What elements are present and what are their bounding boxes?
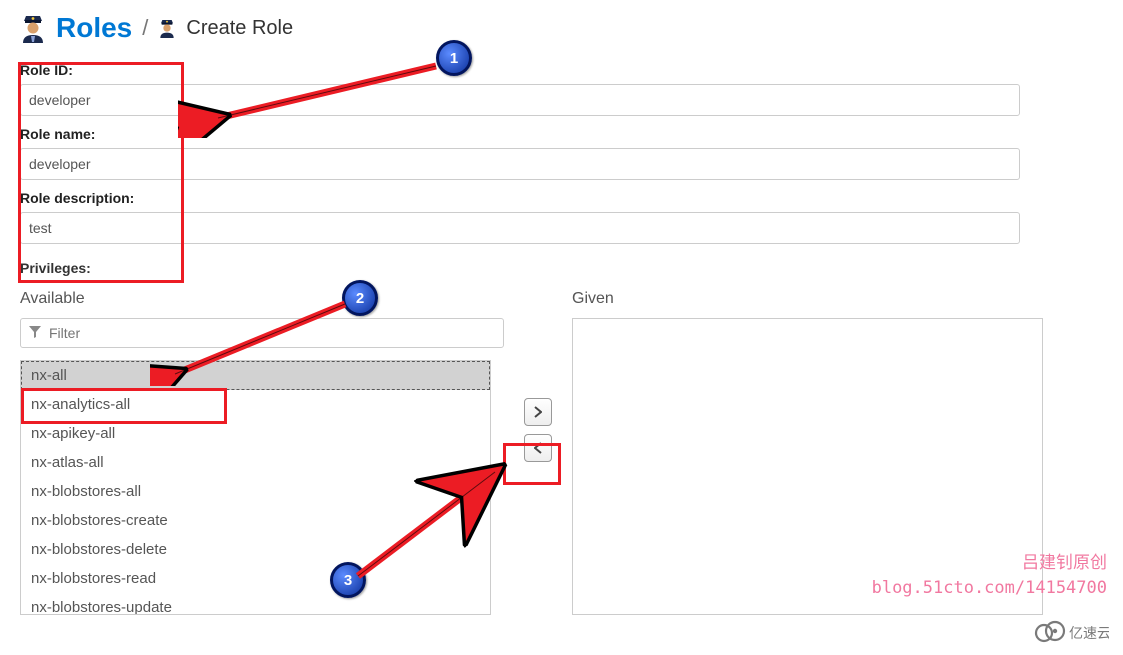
callout-2: 2 [342, 280, 378, 316]
watermark-line2: blog.51cto.com/14154700 [872, 576, 1107, 602]
list-item[interactable]: nx-atlas-all [21, 448, 490, 477]
list-item[interactable]: nx-blobstores-read [21, 564, 490, 593]
list-item[interactable]: nx-apikey-all [21, 419, 490, 448]
roles-breadcrumb-link[interactable]: Roles [56, 12, 132, 44]
watermark-logo: 亿速云 [1033, 618, 1109, 649]
watermark-line1: 吕建钊原创 [872, 550, 1107, 576]
filter-icon [28, 325, 42, 342]
breadcrumb-current: Create Role [186, 17, 293, 40]
chevron-right-icon [534, 406, 542, 418]
available-filter-input[interactable] [20, 318, 504, 348]
given-label: Given [572, 290, 1043, 308]
list-item[interactable]: nx-blobstores-all [21, 477, 490, 506]
police-officer-small-icon [158, 18, 176, 38]
list-item[interactable]: nx-analytics-all [21, 390, 490, 419]
chevron-left-icon [534, 442, 542, 454]
privileges-heading: Privileges: [20, 260, 1103, 276]
list-item[interactable]: nx-blobstores-update [21, 593, 490, 615]
role-id-input[interactable] [20, 84, 1020, 116]
breadcrumb: Roles / Create Role [20, 12, 1103, 44]
list-item[interactable]: nx-blobstores-create [21, 506, 490, 535]
callout-1: 1 [436, 40, 472, 76]
role-name-label: Role name: [20, 126, 1103, 142]
police-officer-icon [20, 13, 46, 43]
svg-text:亿速云: 亿速云 [1069, 625, 1109, 641]
role-id-label: Role ID: [20, 62, 1103, 78]
role-name-input[interactable] [20, 148, 1020, 180]
callout-3: 3 [330, 562, 366, 598]
watermark-text: 吕建钊原创 blog.51cto.com/14154700 [872, 550, 1107, 601]
available-list[interactable]: nx-allnx-analytics-allnx-apikey-allnx-at… [20, 360, 491, 615]
breadcrumb-separator: / [142, 15, 148, 41]
move-right-button[interactable] [524, 398, 552, 426]
list-item[interactable]: nx-blobstores-delete [21, 535, 490, 564]
available-label: Available [20, 290, 504, 308]
role-description-label: Role description: [20, 190, 1103, 206]
move-left-button[interactable] [524, 434, 552, 462]
role-description-input[interactable] [20, 212, 1020, 244]
list-item[interactable]: nx-all [21, 361, 490, 390]
